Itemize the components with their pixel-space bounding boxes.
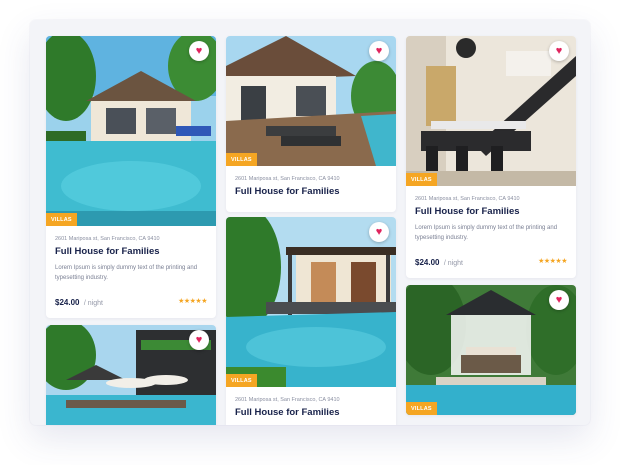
listing-photo[interactable]: ♥ VILLAS [46,36,216,226]
listing-address: 2601 Mariposa st, San Francisco, CA 9410 [55,236,160,242]
listing-price: $24.00 [55,297,80,307]
listing-card[interactable]: ♥ VILLAS [406,285,576,415]
category-badge: VILLAS [406,402,437,415]
heart-icon[interactable]: ♥ [189,330,209,350]
listing-card[interactable]: ♥ VILLAS 2601 Mariposa st, San Francisco… [226,217,396,425]
listing-photo[interactable]: ♥ VILLAS [406,36,576,186]
listing-photo[interactable]: ♥ [46,325,216,425]
listing-photo[interactable]: ♥ VILLAS [226,217,396,387]
heart-icon[interactable]: ♥ [369,222,389,242]
listing-title[interactable]: Full House for Families [235,407,387,418]
category-badge: VILLAS [226,153,257,166]
listing-description: Lorem Ipsum is simply dummy text of the … [415,225,558,241]
category-badge: VILLAS [406,173,437,186]
price-unit: / night [83,299,103,307]
listing-card[interactable]: ♥ VILLAS 2601 Mariposa st, San Francisco… [226,36,396,212]
listing-address: 2601 Mariposa st, San Francisco, CA 9410 [415,196,520,202]
listing-price-row: $24.00 / night [55,292,103,310]
listing-address: 2601 Mariposa st, San Francisco, CA 9410 [235,176,340,182]
star-icon: ★★★★★ [178,297,207,305]
listing-card[interactable]: ♥ VILLAS 2601 Mariposa st, San Francisco… [406,36,576,278]
listing-title[interactable]: Full House for Families [55,246,207,257]
heart-icon[interactable]: ♥ [189,41,209,61]
listing-title[interactable]: Full House for Families [415,206,567,217]
listing-photo[interactable]: ♥ VILLAS [406,285,576,415]
category-badge: VILLAS [46,213,77,226]
category-badge: VILLAS [226,374,257,387]
heart-icon[interactable]: ♥ [549,290,569,310]
heart-icon[interactable]: ♥ [369,41,389,61]
listing-price-row: $24.00 / night [415,252,463,270]
star-icon: ★★★★★ [538,257,567,265]
listing-card[interactable]: ♥ VILLAS 2601 Mariposa st, San Francisco… [46,36,216,318]
price-unit: / night [443,259,463,267]
heart-icon[interactable]: ♥ [549,41,569,61]
listing-address: 2601 Mariposa st, San Francisco, CA 9410 [235,397,340,403]
listings-grid: ♥ VILLAS 2601 Mariposa st, San Francisco… [30,20,590,425]
listing-title[interactable]: Full House for Families [235,186,387,197]
listing-card[interactable]: ♥ [46,325,216,425]
listing-photo[interactable]: ♥ VILLAS [226,36,396,166]
listing-price: $24.00 [415,257,440,267]
listing-description: Lorem Ipsum is simply dummy text of the … [55,265,198,281]
